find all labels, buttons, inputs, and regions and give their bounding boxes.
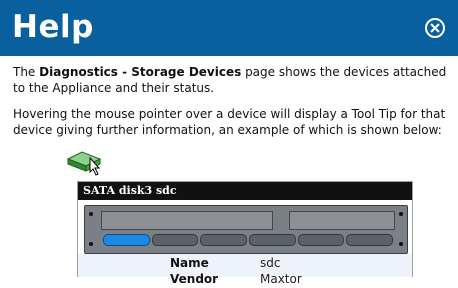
screw-icon xyxy=(89,242,93,246)
drive-bays xyxy=(103,234,394,246)
screw-icon xyxy=(89,212,93,216)
drive-bay-active xyxy=(103,234,150,246)
chassis-graphic xyxy=(84,205,408,254)
drive-bay xyxy=(200,234,248,246)
device-tooltip: SATA disk3 sdc Name sdc Vendor Maxtor xyxy=(77,181,413,286)
drive-bay xyxy=(297,234,345,246)
page-name-bold: Diagnostics - Storage Devices xyxy=(39,65,242,79)
info-value: Maxtor xyxy=(260,272,302,286)
hard-drive-icon xyxy=(66,151,102,176)
drive-bay xyxy=(249,234,296,246)
info-row: Vendor Maxtor xyxy=(78,272,412,288)
screw-icon xyxy=(399,212,403,216)
close-icon[interactable] xyxy=(424,17,446,39)
help-header: Help xyxy=(0,0,458,56)
drive-slot xyxy=(289,211,395,230)
tooltip-title: SATA disk3 sdc xyxy=(78,182,412,200)
drive-bay xyxy=(151,234,199,246)
screw-icon xyxy=(399,242,403,246)
info-value: sdc xyxy=(260,256,281,270)
device-info: Name sdc Vendor Maxtor xyxy=(78,254,412,286)
drive-slot xyxy=(101,211,273,230)
info-row: Name sdc xyxy=(78,256,412,272)
hover-paragraph: Hovering the mouse pointer over a device… xyxy=(13,107,446,137)
info-label: Vendor xyxy=(170,272,219,286)
intro-paragraph: The Diagnostics - Storage Devices page s… xyxy=(13,64,453,96)
info-label: Name xyxy=(170,256,209,270)
intro-prefix: The xyxy=(13,65,40,79)
drive-bay xyxy=(346,234,394,246)
help-title: Help xyxy=(12,9,94,45)
